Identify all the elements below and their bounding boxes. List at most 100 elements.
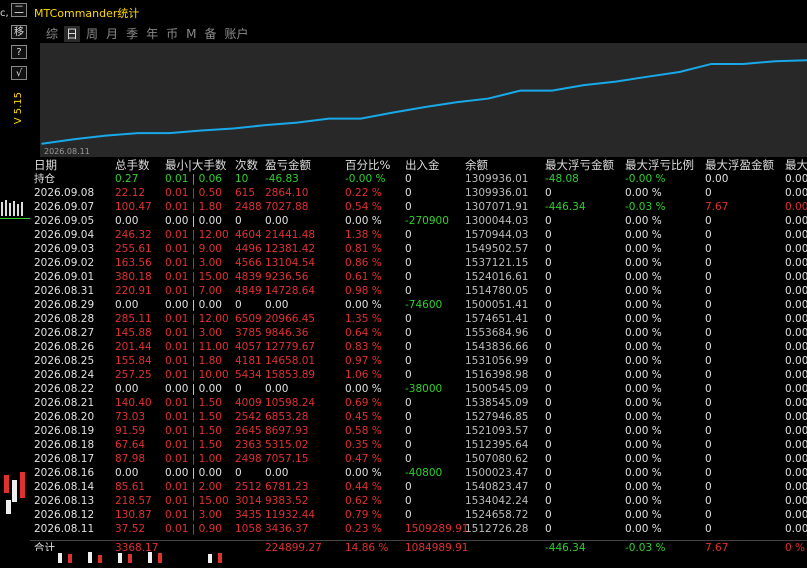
table-row: 2026.09.05 0.00 0.00 | 0.00 0 0.00 0.00 % -270… bbox=[30, 214, 807, 228]
tab-6[interactable]: 币 bbox=[164, 26, 180, 42]
cell-col-8: -446.34 bbox=[545, 201, 586, 213]
cell-col-11: 0.00 bbox=[785, 523, 807, 535]
cell-col-6: 0 bbox=[405, 257, 412, 269]
cell-col-7: 1500545.09 bbox=[465, 383, 529, 395]
cell-col-7: 1537121.15 bbox=[465, 257, 529, 269]
cell-col-3: 2363 bbox=[235, 439, 262, 451]
cell-col-6: -74600 bbox=[405, 299, 443, 311]
cell-col-11: 0.00 bbox=[785, 509, 807, 521]
table-row: 2026.09.02 163.56 0.01 | 3.00 4566 13104.54 0… bbox=[30, 256, 807, 270]
cell-col-9: 最大浮亏比例 bbox=[625, 158, 694, 172]
tab-7[interactable]: M bbox=[184, 26, 198, 42]
cell-col-1: 22.12 bbox=[115, 187, 146, 199]
cell-col-10: 7.67 bbox=[705, 201, 729, 213]
cell-col-2: 0.01 | 1.50 bbox=[165, 397, 222, 409]
cell-col-2: 0.01 | 3.00 bbox=[165, 327, 222, 339]
cell-col-10: 最大浮盈金额 bbox=[705, 158, 774, 172]
cell-col-8: 0 bbox=[545, 523, 552, 535]
cell-col-5: 0.98 % bbox=[345, 285, 382, 297]
cell-col-9: -0.00 % bbox=[625, 173, 666, 185]
cell-col-1: 91.59 bbox=[115, 425, 146, 437]
cell-col-2: 0.00 | 0.00 bbox=[165, 467, 222, 479]
cell-col-9: -0.03 % bbox=[625, 201, 666, 213]
cell-col-5: 0.00 % bbox=[345, 383, 382, 395]
cell-col-2: 0.01 | 1.50 bbox=[165, 425, 222, 437]
equity-point bbox=[73, 138, 75, 141]
cell-col-5: 0.58 % bbox=[345, 425, 382, 437]
cell-col-7: 1574651.41 bbox=[465, 313, 529, 325]
cell-col-3: 0 bbox=[235, 383, 242, 395]
tab-4[interactable]: 季 bbox=[124, 26, 140, 42]
cell-col-3: 2488 bbox=[235, 201, 262, 213]
tab-1[interactable]: 日 bbox=[64, 26, 81, 42]
cell-col-5: 0.64 % bbox=[345, 327, 382, 339]
cell-col-10: 0 bbox=[705, 299, 712, 311]
confirm-button[interactable]: √ bbox=[11, 66, 27, 80]
cell-col-3: 0 bbox=[235, 467, 242, 479]
cell-col-3: 5434 bbox=[235, 369, 262, 381]
cell-col-7: 1538545.09 bbox=[465, 397, 529, 409]
cell-col-3: 4009 bbox=[235, 397, 262, 409]
table-row: 2026.08.26 201.44 0.01 | 11.00 4057 12779.67… bbox=[30, 340, 807, 354]
cell-col-5: 0.54 % bbox=[345, 201, 382, 213]
tab-5[interactable]: 年 bbox=[144, 26, 160, 42]
cell-col-2: 0.01 | 11.00 bbox=[165, 341, 229, 353]
tab-0[interactable]: 综 bbox=[44, 26, 60, 42]
cell-col-7: 1500023.47 bbox=[465, 467, 529, 479]
cell-col-10: 0.00 bbox=[705, 173, 729, 185]
tab-2[interactable]: 周 bbox=[84, 26, 100, 42]
cell-col-1: 85.61 bbox=[115, 481, 146, 493]
cell-col-2: 0.00 | 0.00 bbox=[165, 215, 222, 227]
cell-col-0: 2026.09.05 bbox=[34, 215, 95, 227]
equity-point bbox=[519, 89, 521, 92]
cell-col-8: 0 bbox=[545, 271, 552, 283]
cell-col-10: 0 bbox=[705, 271, 712, 283]
cell-col-0: 2026.08.22 bbox=[34, 383, 95, 395]
tab-8[interactable]: 备 bbox=[202, 26, 218, 42]
table-row: 2026.08.18 67.64 0.01 | 1.50 2363 5315.02 0.3… bbox=[30, 438, 807, 452]
cell-col-9: 0.00 % bbox=[625, 369, 662, 381]
cell-col-7: 1540823.47 bbox=[465, 481, 529, 493]
bottom-candles-decoration bbox=[58, 552, 222, 563]
cell-col-11: 0.00 bbox=[785, 299, 807, 311]
cell-col-11: 0.00 bbox=[785, 383, 807, 395]
cell-col-11: 0.00 bbox=[785, 341, 807, 353]
cell-col-5: 1.06 % bbox=[345, 369, 382, 381]
cell-col-6: 0 bbox=[405, 187, 412, 199]
tab-9[interactable]: 账户 bbox=[222, 26, 250, 42]
cell-col-6: 0 bbox=[405, 453, 412, 465]
cell-col-10: 0 bbox=[705, 383, 712, 395]
cell-col-11: 0.00 bbox=[785, 369, 807, 381]
cell-col-0: 2026.09.01 bbox=[34, 271, 95, 283]
bottom-strip bbox=[30, 551, 807, 565]
cell-col-11: 0.00 bbox=[785, 229, 807, 241]
cell-col-3: 2512 bbox=[235, 481, 262, 493]
cell-col-5: 1.38 % bbox=[345, 229, 382, 241]
cell-col-0: 2026.08.28 bbox=[34, 313, 95, 325]
tab-3[interactable]: 月 bbox=[104, 26, 120, 42]
cell-col-10: 0 bbox=[705, 425, 712, 437]
table-row: 2026.09.07 100.47 0.01 | 1.80 2488 7027.88 0.… bbox=[30, 200, 807, 214]
cell-col-4: 2864.10 bbox=[265, 187, 309, 199]
cell-col-4: 15853.89 bbox=[265, 369, 316, 381]
equity-point bbox=[264, 124, 266, 126]
help-button[interactable]: ? bbox=[11, 45, 27, 59]
cell-col-2: 0.01 | 15.00 bbox=[165, 495, 229, 507]
cell-col-9: 0.00 % bbox=[625, 523, 662, 535]
equity-point bbox=[455, 101, 458, 104]
cell-col-0: 2026.08.12 bbox=[34, 509, 95, 521]
minimize-button[interactable]: 二 bbox=[11, 3, 27, 17]
cell-col-11: 0.00 bbox=[785, 327, 807, 339]
cell-col-10: 0 bbox=[705, 229, 712, 241]
cell-col-1: 145.88 bbox=[115, 327, 152, 339]
table-row: 2026.09.01 380.18 0.01 | 15.00 4839 9236.56 0… bbox=[30, 270, 807, 284]
chart-start-date: 2026.08.11 bbox=[44, 147, 90, 156]
cell-col-3: 3435 bbox=[235, 509, 262, 521]
cell-col-9: 0.00 % bbox=[625, 355, 662, 367]
cell-col-9: 0.00 % bbox=[625, 299, 662, 311]
cell-col-4: 11932.44 bbox=[265, 509, 316, 521]
cell-col-7: 1516398.98 bbox=[465, 369, 529, 381]
cell-col-6: 0 bbox=[405, 425, 412, 437]
cell-col-6: 0 bbox=[405, 495, 412, 507]
move-button[interactable]: 移 bbox=[11, 25, 27, 39]
